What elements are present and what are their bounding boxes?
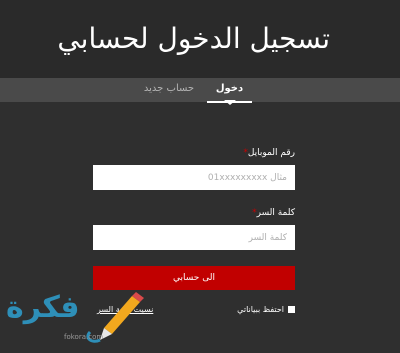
password-label: كلمة السر* [252,208,295,218]
remember-me[interactable]: احتفظ ببياناتي [237,305,295,314]
watermark-text: فكرة [6,290,80,325]
tab-bar: دخول حساب جديد [0,78,400,103]
watermark-url: fokora.com [64,333,104,341]
mobile-input[interactable] [93,165,295,190]
remember-checkbox[interactable] [288,306,295,313]
mobile-label: رقم الموبايل* [243,148,295,158]
password-label-text: كلمة السر [256,208,295,218]
page-title: تسجيل الدخول لحسابي [57,22,330,55]
remember-label: احتفظ ببياناتي [237,305,284,314]
login-submit-button[interactable]: الى حسابي [93,266,295,290]
tab-login[interactable]: دخول [207,78,252,102]
password-input[interactable] [93,225,295,250]
active-tab-caret [224,100,236,105]
tab-register[interactable]: حساب جديد [138,78,200,102]
header: تسجيل الدخول لحسابي [0,0,400,78]
mobile-label-text: رقم الموبايل [247,148,295,158]
